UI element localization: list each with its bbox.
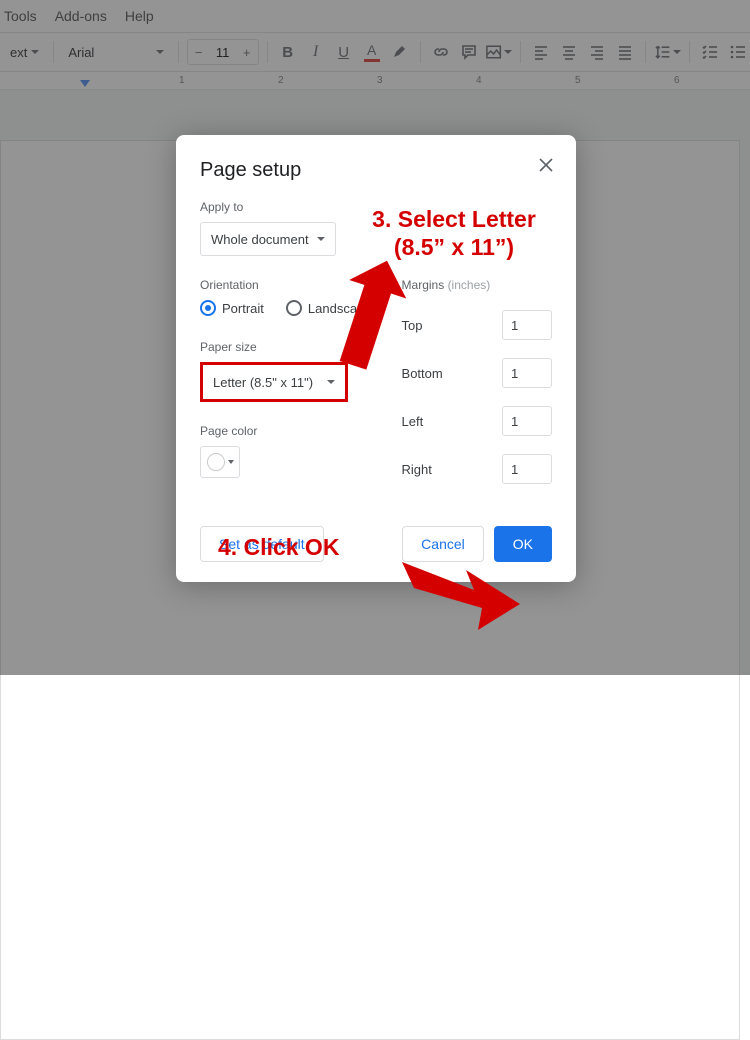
apply-to-label: Apply to <box>200 200 552 214</box>
apply-to-dropdown[interactable]: Whole document <box>200 222 336 256</box>
chevron-down-icon <box>317 237 325 241</box>
margin-left-label: Left <box>402 414 424 429</box>
chevron-down-icon <box>228 460 234 464</box>
margin-left-input[interactable] <box>502 406 552 436</box>
cancel-button[interactable]: Cancel <box>402 526 484 562</box>
chevron-down-icon <box>327 380 335 384</box>
set-as-default-button[interactable]: Set as default <box>200 526 324 562</box>
page-color-label: Page color <box>200 424 372 438</box>
ok-button[interactable]: OK <box>494 526 552 562</box>
close-button[interactable] <box>538 157 554 177</box>
margin-bottom-label: Bottom <box>402 366 443 381</box>
margin-bottom-input[interactable] <box>502 358 552 388</box>
radio-icon <box>200 300 216 316</box>
margin-top-label: Top <box>402 318 423 333</box>
orientation-label: Orientation <box>200 278 372 292</box>
margin-right-input[interactable] <box>502 454 552 484</box>
dialog-title: Page setup <box>200 159 552 182</box>
page-setup-dialog: Page setup Apply to Whole document Orien… <box>176 135 576 582</box>
margin-top-input[interactable] <box>502 310 552 340</box>
margin-right-label: Right <box>402 462 432 477</box>
color-swatch-icon <box>207 453 225 471</box>
margins-label: Margins (inches) <box>402 278 552 292</box>
orientation-portrait-radio[interactable]: Portrait <box>200 300 264 316</box>
radio-icon <box>286 300 302 316</box>
page-color-dropdown[interactable] <box>200 446 240 478</box>
orientation-landscape-radio[interactable]: Landscape <box>286 300 372 316</box>
paper-size-label: Paper size <box>200 340 372 354</box>
paper-size-dropdown[interactable]: Letter (8.5" x 11") <box>200 362 348 402</box>
